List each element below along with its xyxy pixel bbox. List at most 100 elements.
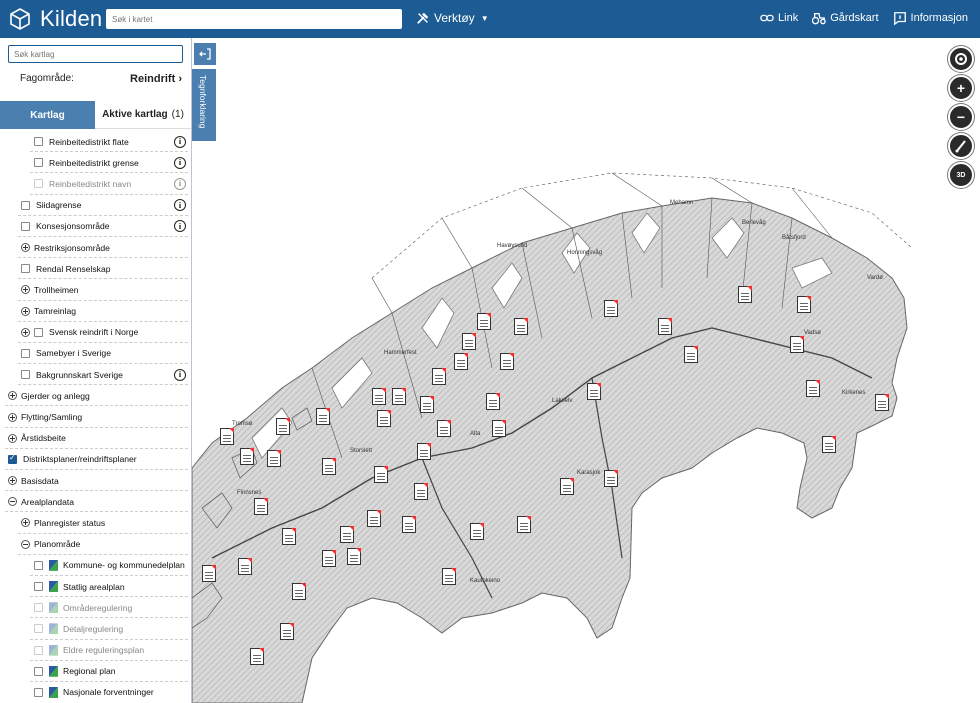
- plan-document-marker[interactable]: [292, 583, 306, 600]
- layer-group[interactable]: Restriksjonsområde: [0, 237, 191, 259]
- info-icon[interactable]: i: [174, 220, 186, 233]
- plan-document-marker[interactable]: [276, 418, 290, 435]
- plan-document-marker[interactable]: [240, 448, 254, 465]
- plan-document-marker[interactable]: [250, 648, 264, 665]
- layer-item[interactable]: Siidagrense i: [0, 195, 191, 216]
- expand-icon[interactable]: [21, 327, 30, 337]
- 3d-view-button[interactable]: 3D: [948, 162, 974, 188]
- locate-button[interactable]: [948, 46, 974, 72]
- layer-item[interactable]: Distriktsplaner/reindriftsplaner: [0, 449, 191, 470]
- plan-document-marker[interactable]: [797, 296, 811, 313]
- layer-item[interactable]: Rendal Renselskap: [0, 258, 191, 280]
- plan-document-marker[interactable]: [560, 478, 574, 495]
- layer-item[interactable]: Bakgrunnskart Sverige i: [0, 364, 191, 386]
- expand-icon[interactable]: [21, 285, 30, 295]
- plan-document-marker[interactable]: [587, 383, 601, 400]
- plan-document-marker[interactable]: [402, 516, 416, 533]
- plan-document-marker[interactable]: [280, 623, 294, 640]
- plan-document-marker[interactable]: [420, 396, 434, 413]
- layer-group[interactable]: Basisdata: [0, 470, 191, 492]
- layer-group[interactable]: Flytting/Samling: [0, 406, 191, 428]
- layer-item[interactable]: Eldre reguleringsplan: [0, 640, 191, 661]
- fagomrade-selector[interactable]: Fagområde: Reindrift ›: [20, 73, 182, 85]
- tab-active-layers[interactable]: Aktive kartlag (1): [95, 101, 191, 129]
- plan-document-marker[interactable]: [500, 353, 514, 370]
- plan-document-marker[interactable]: [604, 470, 618, 487]
- layer-checkbox[interactable]: [34, 327, 43, 337]
- layer-checkbox[interactable]: [34, 582, 43, 592]
- layer-group[interactable]: Planregister status: [0, 512, 191, 534]
- expand-icon[interactable]: [8, 391, 17, 401]
- layer-item[interactable]: Kommune- og kommunedelplan: [0, 555, 191, 576]
- layer-item[interactable]: Reinbeitedistrikt grense i: [0, 152, 191, 174]
- layer-checkbox[interactable]: [21, 264, 30, 274]
- plan-document-marker[interactable]: [604, 300, 618, 317]
- plan-document-marker[interactable]: [392, 388, 406, 405]
- info-icon[interactable]: i: [174, 368, 186, 381]
- plan-document-marker[interactable]: [790, 336, 804, 353]
- expand-icon[interactable]: [8, 412, 17, 422]
- plan-document-marker[interactable]: [367, 510, 381, 527]
- plan-document-marker[interactable]: [462, 333, 476, 350]
- plan-document-marker[interactable]: [377, 410, 391, 427]
- layer-item[interactable]: Områderegulering: [0, 597, 191, 619]
- layer-checkbox[interactable]: [34, 687, 43, 697]
- plan-document-marker[interactable]: [347, 548, 361, 565]
- plan-document-marker[interactable]: [822, 436, 836, 453]
- layer-checkbox[interactable]: [34, 666, 43, 676]
- layer-group[interactable]: Arealplandata: [0, 491, 191, 513]
- layer-group[interactable]: Svensk reindrift i Norge: [0, 322, 191, 343]
- layer-checkbox[interactable]: [21, 348, 30, 358]
- plan-document-marker[interactable]: [238, 558, 252, 575]
- plan-document-marker[interactable]: [254, 498, 268, 515]
- plan-document-marker[interactable]: [340, 526, 354, 543]
- layer-checkbox[interactable]: [34, 603, 43, 613]
- layer-checkbox[interactable]: [34, 645, 43, 655]
- plan-document-marker[interactable]: [477, 313, 491, 330]
- tools-menu-button[interactable]: Verktøy ▼: [416, 11, 489, 25]
- layer-group[interactable]: Planområde: [0, 534, 191, 555]
- layer-group[interactable]: Tamreinlag: [0, 301, 191, 322]
- plan-document-marker[interactable]: [432, 368, 446, 385]
- plan-document-marker[interactable]: [414, 483, 428, 500]
- info-icon[interactable]: i: [174, 156, 186, 169]
- plan-document-marker[interactable]: [658, 318, 672, 335]
- layer-group[interactable]: Trollheimen: [0, 279, 191, 301]
- plan-document-marker[interactable]: [486, 393, 500, 410]
- plan-document-marker[interactable]: [492, 420, 506, 437]
- layer-checkbox[interactable]: [21, 370, 30, 380]
- layer-checkbox[interactable]: [34, 158, 43, 168]
- layer-item[interactable]: Detaljregulering: [0, 618, 191, 640]
- plan-document-marker[interactable]: [202, 565, 216, 582]
- layer-item[interactable]: Konsesjonsområde i: [0, 216, 191, 237]
- expand-icon[interactable]: [21, 243, 30, 253]
- collapse-icon[interactable]: [8, 497, 17, 507]
- link-button[interactable]: Link: [760, 11, 798, 25]
- layer-group[interactable]: Årstidsbeite: [0, 428, 191, 449]
- info-icon[interactable]: i: [174, 177, 186, 190]
- measure-button[interactable]: [948, 133, 974, 159]
- layer-checkbox[interactable]: [34, 624, 43, 634]
- plan-document-marker[interactable]: [322, 550, 336, 567]
- expand-icon[interactable]: [8, 476, 17, 486]
- info-icon[interactable]: i: [174, 199, 186, 212]
- layer-checkbox[interactable]: [21, 200, 30, 210]
- zoom-in-button[interactable]: +: [948, 75, 974, 101]
- logo[interactable]: Kilden: [8, 6, 102, 32]
- expand-icon[interactable]: [21, 306, 30, 316]
- layer-checkbox-checked[interactable]: [8, 453, 17, 464]
- plan-document-marker[interactable]: [372, 388, 386, 405]
- plan-document-marker[interactable]: [738, 286, 752, 303]
- plan-document-marker[interactable]: [322, 458, 336, 475]
- layer-checkbox[interactable]: [34, 560, 43, 570]
- zoom-out-button[interactable]: −: [948, 104, 974, 130]
- layer-item[interactable]: Regional plan: [0, 661, 191, 682]
- plan-document-marker[interactable]: [374, 466, 388, 483]
- plan-document-marker[interactable]: [437, 420, 451, 437]
- plan-document-marker[interactable]: [517, 516, 531, 533]
- plan-document-marker[interactable]: [220, 428, 234, 445]
- collapse-sidebar-button[interactable]: [194, 43, 216, 65]
- layer-checkbox[interactable]: [34, 179, 43, 189]
- layer-checkbox[interactable]: [34, 137, 43, 147]
- legend-button[interactable]: Tegnforklaring: [192, 69, 216, 141]
